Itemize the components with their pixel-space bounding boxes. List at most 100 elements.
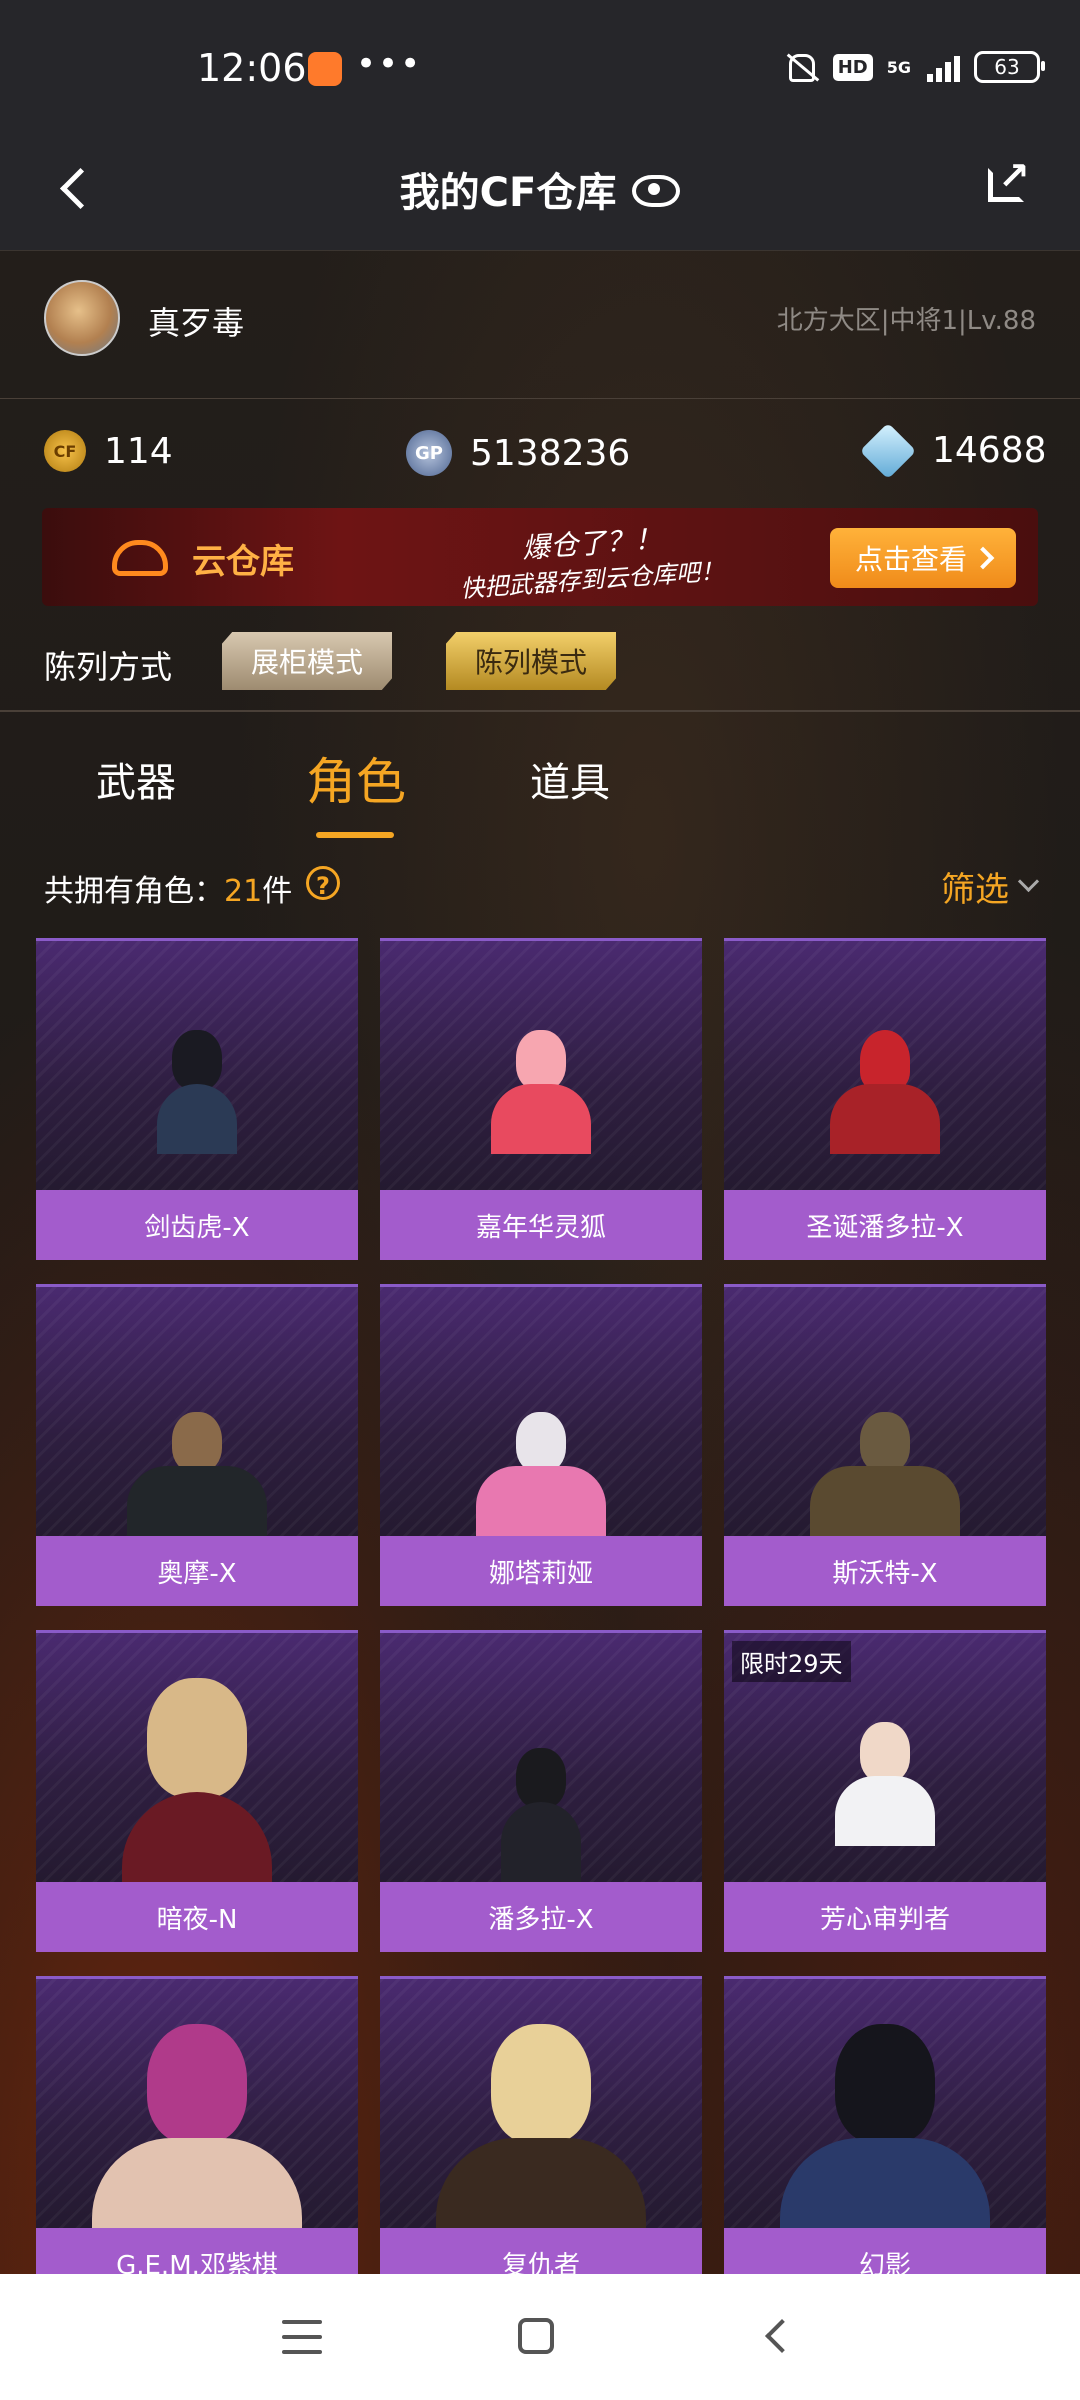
hd-icon: HD bbox=[832, 53, 873, 81]
role-card[interactable]: 限时29天 芳心审判者 bbox=[724, 1630, 1046, 1952]
role-card[interactable]: 圣诞潘多拉-X bbox=[724, 938, 1046, 1260]
cf-coin-value: 114 bbox=[104, 430, 173, 472]
role-count-suffix: 件 bbox=[262, 874, 293, 909]
more-notifications-icon: ••• bbox=[356, 44, 423, 84]
role-image bbox=[724, 1284, 1046, 1536]
role-count-number: 21 bbox=[224, 874, 263, 909]
top-nav-bar: 我的CF仓库 bbox=[0, 130, 1080, 251]
cf-coin-icon: CF bbox=[44, 430, 86, 472]
help-icon[interactable]: ? bbox=[306, 866, 340, 900]
role-card[interactable]: 剑齿虎-X bbox=[36, 938, 358, 1260]
role-name: 幻影 bbox=[724, 2228, 1046, 2274]
menu-icon[interactable] bbox=[282, 2320, 322, 2354]
role-figure-icon bbox=[476, 1412, 606, 1536]
role-name: 斯沃特-X bbox=[724, 1536, 1046, 1606]
role-figure-icon bbox=[501, 1748, 581, 1882]
role-image bbox=[36, 1630, 358, 1882]
tab-roles[interactable]: 角色 bbox=[306, 742, 406, 814]
eye-icon[interactable] bbox=[632, 175, 681, 207]
chevron-right-icon bbox=[971, 546, 995, 570]
role-count-row: 共拥有角色：21件 ? 筛选 bbox=[0, 858, 1080, 914]
cloud-icon bbox=[112, 528, 172, 580]
role-name: 暗夜-N bbox=[36, 1882, 358, 1952]
role-figure-icon bbox=[835, 1722, 935, 1846]
diamond-value: 14688 bbox=[932, 430, 1047, 471]
role-image bbox=[380, 1284, 702, 1536]
role-card[interactable]: 斯沃特-X bbox=[724, 1284, 1046, 1606]
role-name: 圣诞潘多拉-X bbox=[724, 1190, 1046, 1260]
role-image: 限时29天 bbox=[724, 1630, 1046, 1882]
role-name: 复仇者 bbox=[380, 2228, 702, 2274]
role-figure-icon bbox=[810, 1412, 960, 1536]
category-tabs: 武器 角色 道具 bbox=[0, 730, 1080, 840]
system-back-icon[interactable] bbox=[760, 2320, 790, 2350]
diamond-icon bbox=[859, 422, 917, 479]
gp-icon: GP bbox=[406, 430, 452, 476]
status-icons: HD 5G 63 bbox=[781, 50, 1045, 84]
server-rank-info: 北方大区|中将1|Lv.88 bbox=[776, 306, 1036, 336]
role-card[interactable]: 嘉年华灵狐 bbox=[380, 938, 702, 1260]
page-title-text: 我的CF仓库 bbox=[399, 170, 617, 216]
role-image bbox=[724, 938, 1046, 1190]
role-card[interactable]: 潘多拉-X bbox=[380, 1630, 702, 1952]
filter-button[interactable]: 筛选 bbox=[941, 862, 1040, 911]
active-tab-indicator bbox=[316, 832, 394, 838]
role-card[interactable]: 暗夜-N bbox=[36, 1630, 358, 1952]
cabinet-mode-button[interactable]: 展柜模式 bbox=[222, 632, 392, 690]
role-figure-icon bbox=[436, 2024, 646, 2228]
role-card[interactable]: 幻影 bbox=[724, 1976, 1046, 2274]
chevron-down-icon bbox=[1017, 870, 1040, 893]
role-grid: 剑齿虎-X 嘉年华灵狐 圣诞潘多拉-X 奥摩-X 娜塔莉娅 斯沃特-X 暗夜-N… bbox=[36, 938, 1046, 2274]
role-image bbox=[380, 1976, 702, 2228]
role-image bbox=[36, 1976, 358, 2228]
cloud-warehouse-banner[interactable]: 云仓库 爆仓了？！ 快把武器存到云仓库吧！ 点击查看 bbox=[42, 508, 1038, 606]
view-now-label: 点击查看 bbox=[854, 543, 967, 576]
home-icon[interactable] bbox=[518, 2318, 554, 2354]
status-time: 12:06 bbox=[197, 46, 307, 90]
network-type-label: 5G bbox=[886, 57, 911, 77]
mute-icon bbox=[781, 50, 819, 84]
role-name: 奥摩-X bbox=[36, 1536, 358, 1606]
currency-row: CF 114 GP 5138236 14688 bbox=[0, 400, 1080, 510]
role-image bbox=[36, 1284, 358, 1536]
view-now-button[interactable]: 点击查看 bbox=[830, 528, 1016, 588]
display-mode-row: 陈列方式 展柜模式 陈列模式 bbox=[0, 620, 1080, 710]
banner-title: 云仓库 bbox=[192, 542, 294, 582]
tab-weapons[interactable]: 武器 bbox=[96, 750, 176, 808]
diamond-balance: 14688 bbox=[859, 422, 1047, 479]
list-mode-button[interactable]: 陈列模式 bbox=[446, 632, 616, 690]
role-name: 嘉年华灵狐 bbox=[380, 1190, 702, 1260]
role-name: 潘多拉-X bbox=[380, 1882, 702, 1952]
display-mode-label: 陈列方式 bbox=[44, 648, 173, 686]
share-icon[interactable] bbox=[980, 154, 1040, 214]
avatar[interactable] bbox=[44, 280, 120, 356]
username: 真歹毒 bbox=[148, 304, 245, 342]
role-card[interactable]: 娜塔莉娅 bbox=[380, 1284, 702, 1606]
role-image bbox=[724, 1976, 1046, 2228]
app-notification-icon bbox=[308, 52, 342, 86]
tab-items[interactable]: 道具 bbox=[530, 750, 610, 808]
gp-value: 5138236 bbox=[470, 432, 631, 474]
page-title: 我的CF仓库 bbox=[0, 160, 1080, 218]
gp-balance: GP 5138236 bbox=[406, 430, 630, 476]
battery-icon: 63 bbox=[974, 51, 1045, 83]
role-card[interactable]: 复仇者 bbox=[380, 1976, 702, 2274]
role-figure-icon bbox=[122, 1678, 272, 1882]
role-card[interactable]: 奥摩-X bbox=[36, 1284, 358, 1606]
role-name: 芳心审判者 bbox=[724, 1882, 1046, 1952]
profile-row: 真歹毒 北方大区|中将1|Lv.88 bbox=[0, 250, 1080, 399]
role-figure-icon bbox=[92, 2024, 302, 2228]
role-figure-icon bbox=[830, 1030, 940, 1154]
role-name: G.E.M.邓紫棋 bbox=[36, 2228, 358, 2274]
filter-label: 筛选 bbox=[941, 870, 1009, 910]
role-image bbox=[36, 938, 358, 1190]
role-card[interactable]: G.E.M.邓紫棋 bbox=[36, 1976, 358, 2274]
role-figure-icon bbox=[157, 1030, 237, 1154]
role-name: 剑齿虎-X bbox=[36, 1190, 358, 1260]
cf-coin-balance: CF 114 bbox=[44, 430, 173, 472]
limited-time-badge: 限时29天 bbox=[732, 1641, 851, 1682]
role-count-prefix: 共拥有角色： bbox=[44, 874, 224, 909]
role-figure-icon bbox=[127, 1412, 267, 1536]
role-figure-icon bbox=[780, 2024, 990, 2228]
role-name: 娜塔莉娅 bbox=[380, 1536, 702, 1606]
